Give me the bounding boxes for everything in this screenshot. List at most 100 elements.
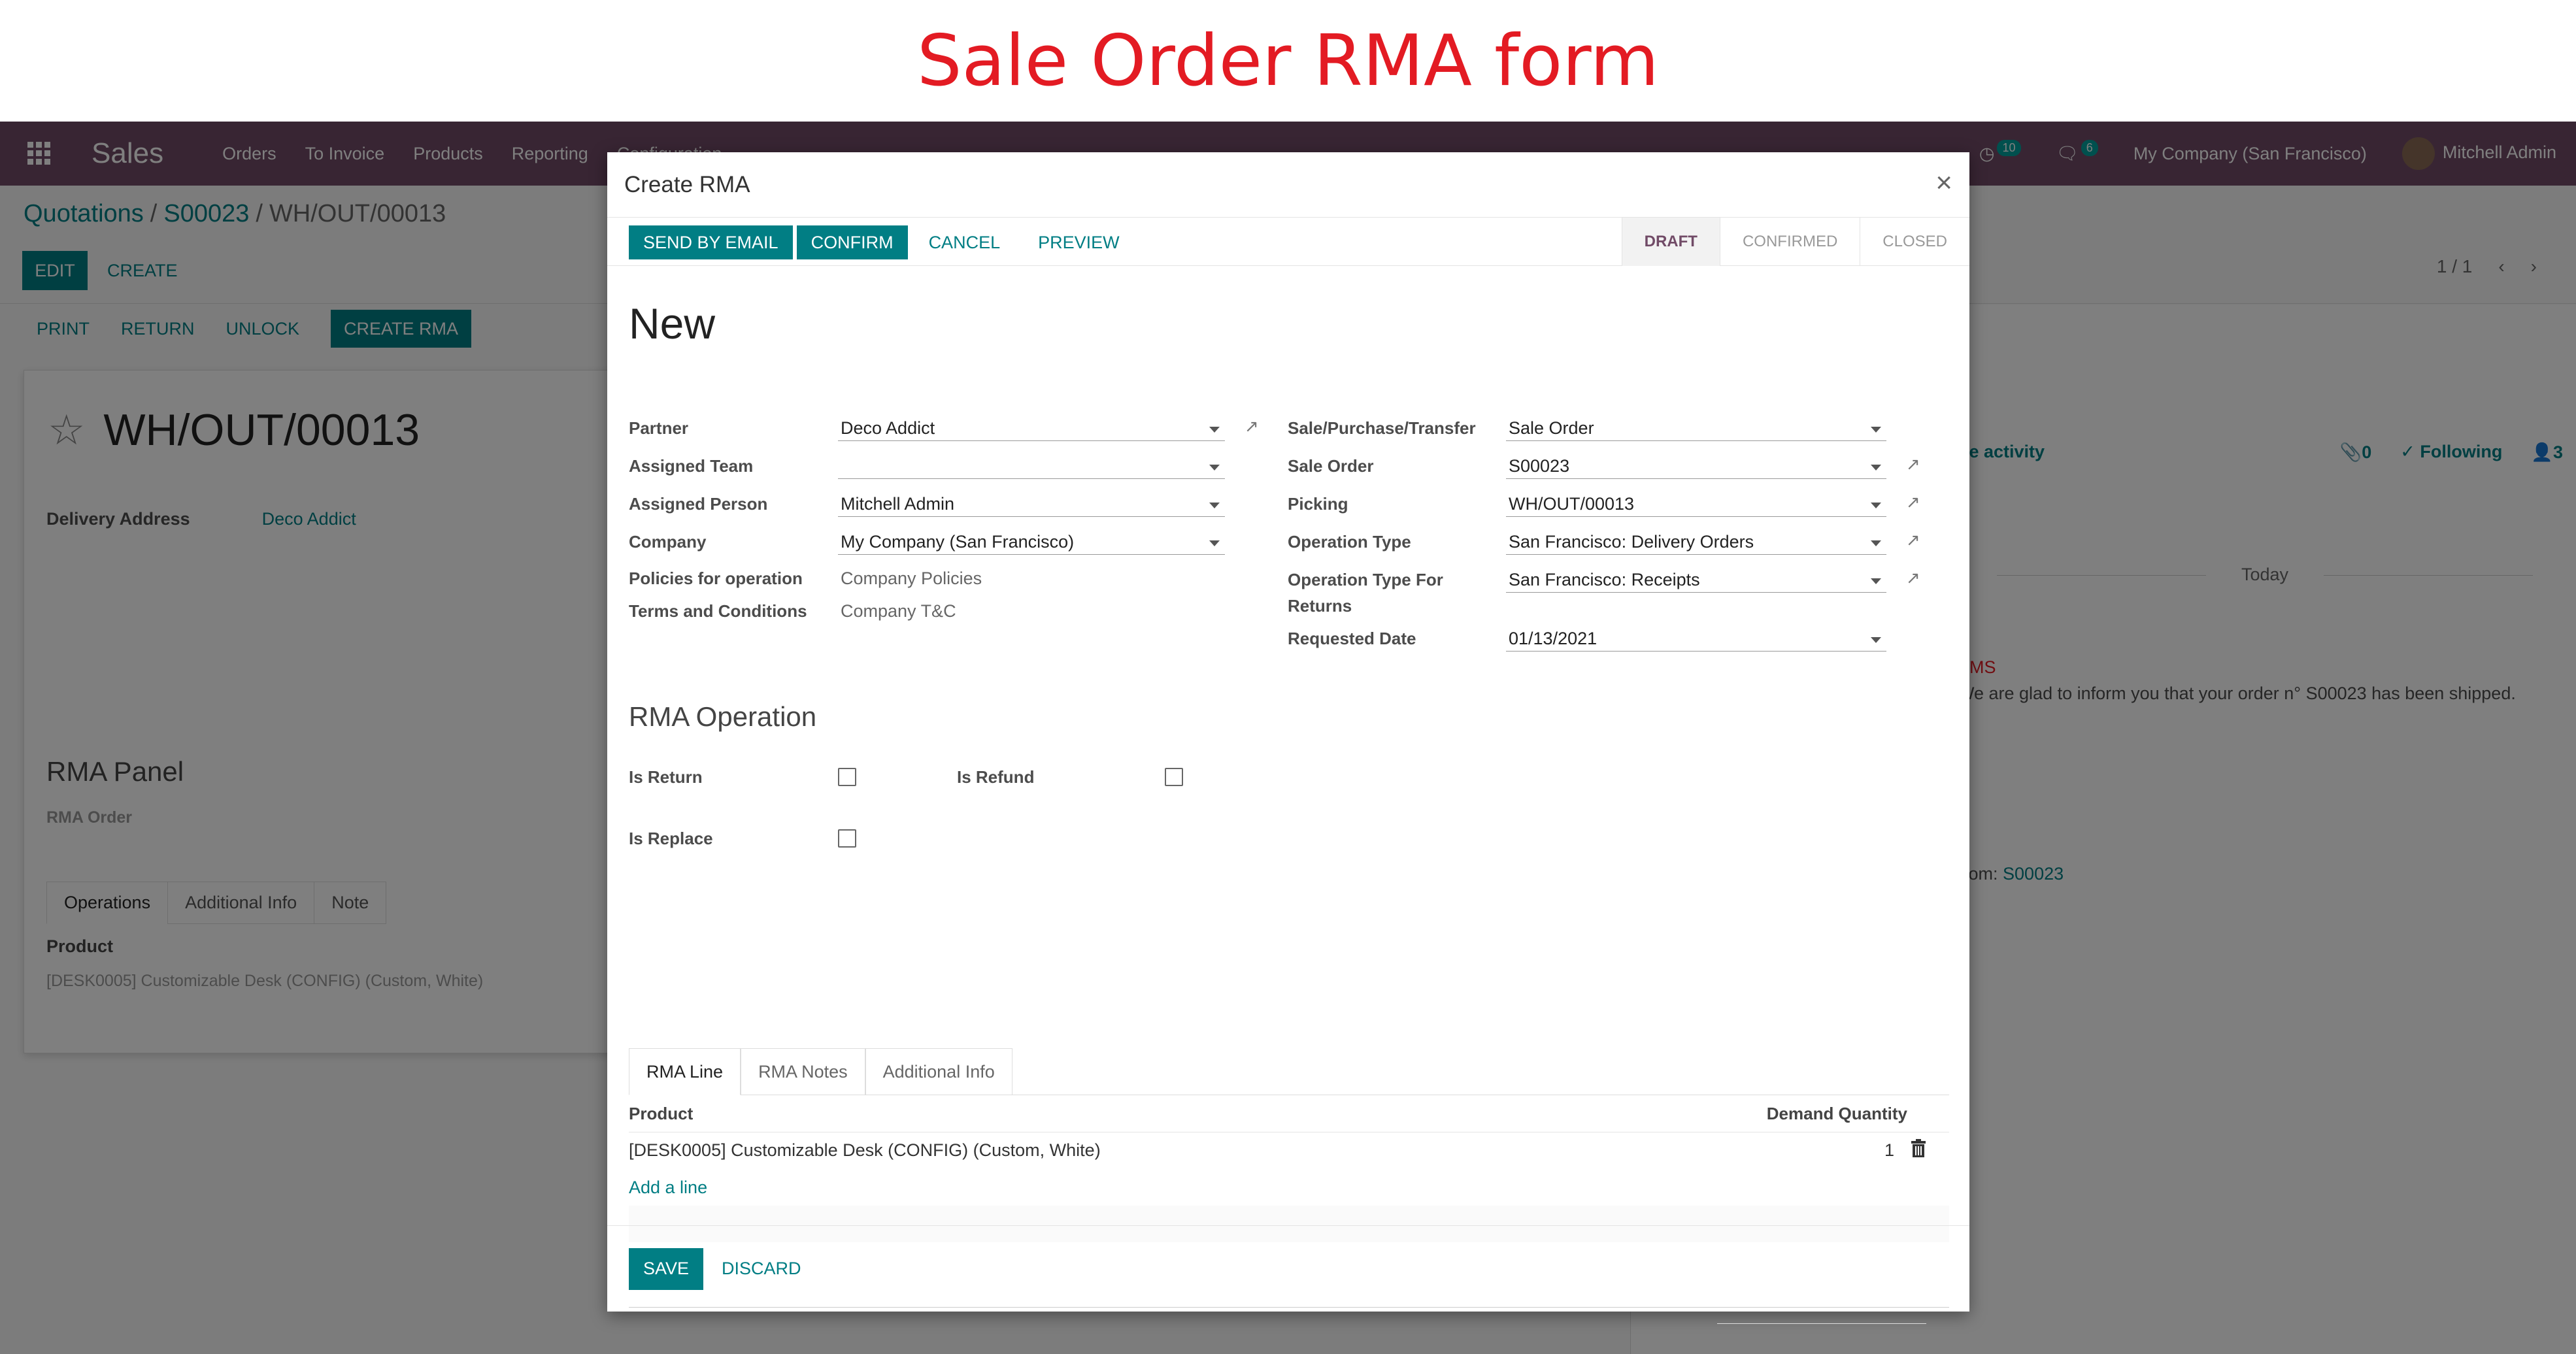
is-replace-label: Is Replace <box>629 829 713 848</box>
rma-operation-title: RMA Operation <box>629 701 817 732</box>
stage-draft: DRAFT <box>1621 218 1720 266</box>
partner-value: Deco Addict <box>841 418 935 438</box>
return-operation-type-input[interactable]: San Francisco: Receipts ↗ <box>1506 567 1920 593</box>
is-replace-checkbox[interactable] <box>838 829 856 848</box>
picking-value: WH/OUT/00013 <box>1509 494 1635 514</box>
external-link-icon[interactable]: ↗ <box>1906 493 1923 510</box>
list-total-divider <box>1717 1323 1926 1324</box>
notebook-tabs: RMA Line RMA Notes Additional Info <box>629 1048 1949 1095</box>
rma-lines-header: Product Demand Quantity <box>629 1096 1949 1132</box>
form-statusbar: SEND BY EMAIL CONFIRM CANCEL PREVIEW DRA… <box>607 218 1969 266</box>
line-product: [DESK0005] Customizable Desk (CONFIG) (C… <box>629 1140 1101 1160</box>
assigned-person-label: Assigned Person <box>629 494 768 514</box>
sale-purchase-transfer-field: Sale/Purchase/Transfer Sale Order <box>1288 415 1886 441</box>
terms-label: Terms and Conditions <box>629 601 807 621</box>
tab-rma-notes[interactable]: RMA Notes <box>741 1048 865 1095</box>
return-operation-type-field: Operation Type For Returns San Francisco… <box>1288 567 1920 619</box>
discard-button[interactable]: DISCARD <box>722 1259 801 1279</box>
is-refund-field: Is Refund <box>957 764 1183 790</box>
external-link-icon[interactable]: ↗ <box>1906 455 1923 472</box>
chevron-down-icon[interactable] <box>1871 503 1881 508</box>
requested-date-field: Requested Date 01/13/2021 <box>1288 625 1886 652</box>
save-button[interactable]: SAVE <box>629 1247 704 1290</box>
stage-confirmed: CONFIRMED <box>1719 218 1860 266</box>
return-operation-type-value: San Francisco: Receipts <box>1509 570 1700 589</box>
company-value: My Company (San Francisco) <box>841 532 1075 552</box>
chevron-down-icon[interactable] <box>1209 427 1220 433</box>
partner-field: Partner Deco Addict ↗ <box>629 415 1259 441</box>
is-return-field: Is Return <box>629 764 856 790</box>
assigned-person-input[interactable]: Mitchell Admin <box>838 491 1225 517</box>
stage-bar: DRAFT CONFIRMED CLOSED <box>1621 218 1969 266</box>
trash-icon[interactable] <box>1911 1139 1926 1157</box>
sale-order-label: Sale Order <box>1288 456 1374 476</box>
record-name: New <box>629 299 716 348</box>
policies-value: Company Policies <box>841 569 982 588</box>
assigned-person-value: Mitchell Admin <box>841 494 955 514</box>
chevron-down-icon[interactable] <box>1871 465 1881 471</box>
external-link-icon[interactable]: ↗ <box>1245 418 1262 435</box>
add-line-link[interactable]: Add a line <box>629 1178 707 1198</box>
requested-date-input[interactable]: 01/13/2021 <box>1506 625 1886 652</box>
close-icon[interactable]: × <box>1935 167 1952 199</box>
is-replace-field: Is Replace <box>629 825 856 851</box>
requested-date-label: Requested Date <box>1288 629 1416 648</box>
dialog-footer: SAVE DISCARD <box>607 1225 1969 1312</box>
is-return-checkbox[interactable] <box>838 768 856 786</box>
preview-button[interactable]: PREVIEW <box>1021 233 1137 253</box>
picking-label: Picking <box>1288 494 1348 514</box>
external-link-icon[interactable]: ↗ <box>1906 531 1923 548</box>
chevron-down-icon[interactable] <box>1209 540 1220 546</box>
assigned-person-field: Assigned Person Mitchell Admin <box>629 491 1225 517</box>
dialog-header: Create RMA × <box>607 152 1969 218</box>
sale-order-input[interactable]: S00023 ↗ <box>1506 453 1920 479</box>
picking-input[interactable]: WH/OUT/00013 ↗ <box>1506 491 1920 517</box>
terms-value: Company T&C <box>841 601 956 621</box>
table-row[interactable]: [DESK0005] Customizable Desk (CONFIG) (C… <box>629 1132 1949 1169</box>
cancel-button[interactable]: CANCEL <box>912 233 1018 253</box>
chevron-down-icon[interactable] <box>1871 427 1881 433</box>
banner-title: Sale Order RMA form <box>916 20 1659 102</box>
assigned-team-field: Assigned Team <box>629 453 1225 479</box>
company-label: Company <box>629 532 707 552</box>
partner-input[interactable]: Deco Addict ↗ <box>838 415 1259 441</box>
is-return-label: Is Return <box>629 767 703 787</box>
header-buttons: SEND BY EMAIL CONFIRM CANCEL PREVIEW <box>629 225 1137 259</box>
chevron-down-icon[interactable] <box>1209 465 1220 471</box>
is-refund-checkbox[interactable] <box>1165 768 1183 786</box>
send-by-email-button[interactable]: SEND BY EMAIL <box>629 225 793 259</box>
chevron-down-icon[interactable] <box>1209 503 1220 508</box>
create-rma-dialog: Create RMA × SEND BY EMAIL CONFIRM CANCE… <box>607 152 1969 1324</box>
chevron-down-icon[interactable] <box>1871 540 1881 546</box>
sale-purchase-transfer-value: Sale Order <box>1509 418 1594 438</box>
company-input[interactable]: My Company (San Francisco) <box>838 529 1225 555</box>
requested-date-value: 01/13/2021 <box>1509 629 1597 648</box>
operation-type-input[interactable]: San Francisco: Delivery Orders ↗ <box>1506 529 1920 555</box>
tab-additional-info[interactable]: Additional Info <box>865 1048 1012 1095</box>
confirm-button[interactable]: CONFIRM <box>796 225 908 259</box>
column-header-demand-quantity: Demand Quantity <box>1766 1104 1907 1123</box>
chevron-down-icon[interactable] <box>1871 578 1881 584</box>
chevron-down-icon[interactable] <box>1871 637 1881 643</box>
picking-field: Picking WH/OUT/00013 ↗ <box>1288 491 1920 517</box>
operation-type-value: San Francisco: Delivery Orders <box>1509 532 1754 552</box>
policies-label: Policies for operation <box>629 569 803 588</box>
operation-type-label: Operation Type <box>1288 532 1411 552</box>
odoo-app: Sales Orders To Invoice Products Reporti… <box>0 122 2576 1354</box>
line-quantity: 1 <box>1884 1140 1894 1160</box>
terms-field: Terms and Conditions Company T&C <box>629 598 1225 624</box>
tab-rma-line[interactable]: RMA Line <box>629 1048 741 1095</box>
dialog-title: Create RMA <box>624 171 750 197</box>
operation-type-field: Operation Type San Francisco: Delivery O… <box>1288 529 1920 555</box>
stage-closed: CLOSED <box>1860 218 1969 266</box>
add-line-row: Add a line <box>629 1169 1949 1206</box>
company-field: Company My Company (San Francisco) <box>629 529 1225 555</box>
sale-purchase-transfer-select[interactable]: Sale Order <box>1506 415 1886 441</box>
is-refund-label: Is Refund <box>957 767 1035 787</box>
assigned-team-input[interactable] <box>838 453 1225 479</box>
column-header-product: Product <box>629 1104 694 1123</box>
external-link-icon[interactable]: ↗ <box>1906 569 1923 586</box>
sale-purchase-transfer-label: Sale/Purchase/Transfer <box>1288 418 1476 438</box>
return-operation-type-label: Operation Type For Returns <box>1288 570 1443 616</box>
partner-label: Partner <box>629 418 689 438</box>
